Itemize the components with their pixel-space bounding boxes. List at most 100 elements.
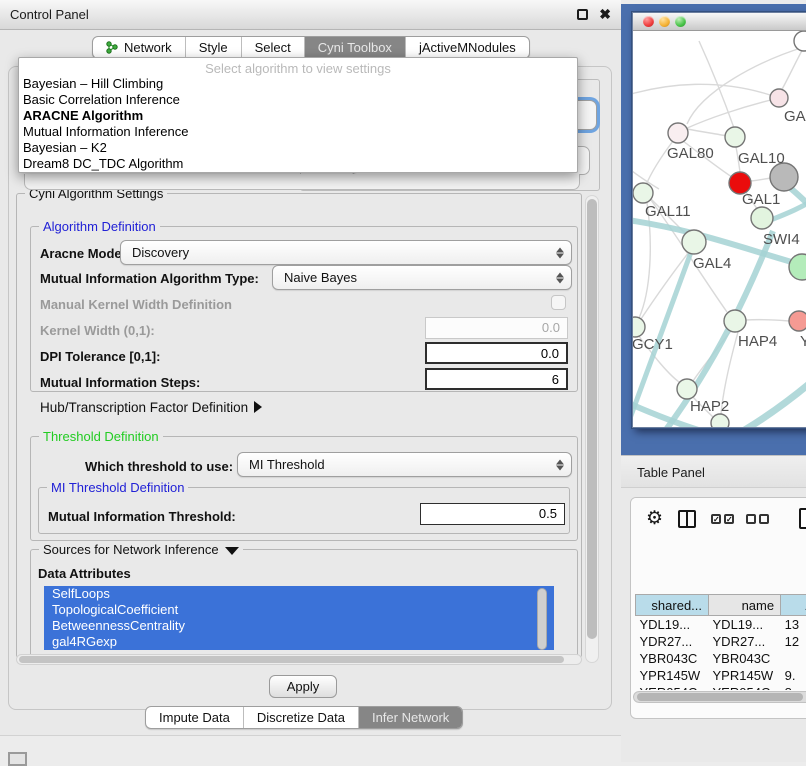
gear-icon[interactable]: ⚙: [646, 507, 663, 530]
which-threshold-select[interactable]: MI Threshold: [237, 452, 572, 477]
network-node[interactable]: [789, 254, 806, 280]
network-node[interactable]: [668, 123, 688, 143]
network-canvas[interactable]: GALGAL80GAL10GAL1GAL11SWI4GAL4GCY1HAP4YH…: [633, 31, 806, 428]
network-node[interactable]: [725, 127, 745, 147]
node-table[interactable]: shared...nameAYDL19...YDL19...13YDR27...…: [635, 594, 806, 690]
node-label: GAL: [784, 108, 806, 125]
table-horizontal-scrollbar[interactable]: [633, 691, 806, 703]
mi-threshold-field[interactable]: 0.5: [420, 503, 565, 525]
settings-vertical-scrollbar[interactable]: [585, 195, 599, 663]
mi-algorithm-type-select[interactable]: Naive Bayes: [272, 265, 572, 290]
control-panel: Control Panel ✖ Network Style Select Cyn…: [0, 0, 621, 736]
close-traffic-light-icon[interactable]: [643, 16, 654, 27]
node-label: GAL11: [645, 203, 691, 220]
unselect-all-columns-icon[interactable]: [746, 514, 769, 524]
algorithm-option[interactable]: Mutual Information Inference: [19, 124, 577, 140]
tab-jactivemnodules[interactable]: jActiveMNodules: [405, 37, 529, 58]
node-label: GCY1: [633, 336, 673, 353]
column-header[interactable]: A: [781, 595, 806, 616]
zoom-traffic-light-icon[interactable]: [675, 16, 686, 27]
algorithm-option[interactable]: Basic Correlation Inference: [19, 92, 577, 108]
mi-threshold-definition-title: MI Threshold Definition: [47, 480, 188, 495]
aracne-mode-select[interactable]: Discovery: [120, 240, 572, 265]
close-icon[interactable]: ✖: [599, 6, 611, 23]
tab-impute-data[interactable]: Impute Data: [146, 707, 243, 728]
network-node[interactable]: [633, 183, 653, 203]
attribute-list-item[interactable]: gal4RGexp: [44, 634, 554, 650]
settings-vertical-scrollbar-thumb[interactable]: [587, 199, 597, 639]
data-attributes-list[interactable]: SelfLoopsTopologicalCoefficientBetweenne…: [44, 586, 554, 653]
control-panel-tabs: Network Style Select Cyni Toolbox jActiv…: [92, 36, 530, 59]
attribute-list-item[interactable]: BetweennessCentrality: [44, 618, 554, 634]
table-horizontal-scrollbar-thumb[interactable]: [637, 693, 803, 701]
network-node[interactable]: [633, 317, 645, 337]
tab-discretize-data[interactable]: Discretize Data: [243, 707, 358, 728]
algorithm-dropdown-popup: Select algorithm to view settings Bayesi…: [18, 57, 578, 173]
network-table-combobox-fragment[interactable]: [24, 174, 580, 190]
network-desktop: GALGAL80GAL10GAL1GAL11SWI4GAL4GCY1HAP4YH…: [621, 4, 806, 455]
table-row[interactable]: YDR27...YDR27...12: [636, 633, 806, 650]
document-icon[interactable]: [799, 508, 806, 529]
tab-infer-network[interactable]: Infer Network: [358, 707, 462, 728]
table-row[interactable]: YER054CYER054C8.: [636, 684, 806, 691]
attribute-list-item[interactable]: SelfLoops: [44, 586, 554, 602]
data-attributes-label: Data Attributes: [38, 566, 131, 581]
settings-horizontal-scrollbar-thumb[interactable]: [19, 656, 564, 663]
columns-icon[interactable]: [678, 510, 696, 528]
network-node[interactable]: [682, 230, 706, 254]
node-label: GAL80: [667, 145, 714, 162]
algorithm-option[interactable]: Dream8 DC_TDC Algorithm: [19, 156, 577, 172]
network-window-titlebar[interactable]: [633, 13, 806, 31]
tab-network[interactable]: Network: [93, 37, 185, 58]
apply-button[interactable]: Apply: [269, 675, 337, 698]
node-label: HAP2: [690, 398, 729, 415]
column-header[interactable]: name: [709, 595, 781, 616]
table-row[interactable]: YDL19...YDL19...13: [636, 616, 806, 633]
float-window-icon[interactable]: [577, 9, 588, 20]
column-header[interactable]: shared...: [636, 595, 709, 616]
minimized-window-icon[interactable]: [8, 752, 27, 766]
tab-select[interactable]: Select: [241, 37, 304, 58]
network-node[interactable]: [770, 89, 788, 107]
network-edges-highlighted: [633, 187, 806, 428]
algorithm-option[interactable]: Bayesian – Hill Climbing: [19, 76, 577, 92]
algorithm-option[interactable]: Bayesian – K2: [19, 140, 577, 156]
cyni-bottom-tabs: Impute Data Discretize Data Infer Networ…: [145, 706, 463, 729]
network-node[interactable]: [789, 311, 806, 331]
sources-title[interactable]: Sources for Network Inference: [39, 542, 243, 557]
tab-style[interactable]: Style: [185, 37, 241, 58]
minimize-traffic-light-icon[interactable]: [659, 16, 670, 27]
algorithm-option[interactable]: ARACNE Algorithm: [19, 108, 577, 124]
network-node[interactable]: [711, 414, 729, 428]
mi-steps-field[interactable]: 6: [425, 368, 568, 390]
algorithm-dropdown-list: Bayesian – Hill ClimbingBasic Correlatio…: [19, 76, 577, 172]
attributes-scrollbar-thumb[interactable]: [537, 588, 547, 650]
network-node[interactable]: [794, 31, 806, 51]
attribute-list-item[interactable]: TopologicalCoefficient: [44, 602, 554, 618]
expanded-arrow-icon: [225, 547, 239, 555]
table-row[interactable]: YPR145WYPR145W9.: [636, 667, 806, 684]
kernel-width-field[interactable]: 0.0: [425, 317, 568, 339]
table-panel: ⚙ ✓✓ shared...nameAYDL19...YDL19...13YDR…: [621, 488, 806, 762]
hub-factor-definition-toggle[interactable]: Hub/Transcription Factor Definition: [40, 400, 262, 415]
table-panel-header: Table Panel: [621, 455, 806, 488]
node-label: SWI4: [763, 231, 800, 248]
dpi-tolerance-label: DPI Tolerance [0,1]:: [40, 349, 160, 364]
network-node[interactable]: [770, 163, 798, 191]
network-node[interactable]: [751, 207, 773, 229]
stepper-arrows-icon: [556, 246, 564, 259]
algorithm-definition-title: Algorithm Definition: [39, 219, 160, 234]
manual-kernel-width-checkbox[interactable]: [551, 295, 566, 310]
select-all-columns-icon[interactable]: ✓✓: [711, 514, 734, 524]
table-row[interactable]: YBR043CYBR043C: [636, 650, 806, 667]
which-threshold-label: Which threshold to use:: [85, 459, 233, 474]
network-view-window[interactable]: GALGAL80GAL10GAL1GAL11SWI4GAL4GCY1HAP4YH…: [632, 12, 806, 428]
node-table-viewport: shared...nameAYDL19...YDL19...13YDR27...…: [631, 546, 806, 690]
network-node[interactable]: [724, 310, 746, 332]
manual-kernel-width-label: Manual Kernel Width Definition: [40, 297, 232, 312]
dpi-tolerance-field[interactable]: 0.0: [425, 342, 568, 364]
tab-cyni-toolbox[interactable]: Cyni Toolbox: [304, 37, 405, 58]
network-node[interactable]: [677, 379, 697, 399]
mi-algorithm-type-label: Mutual Information Algorithm Type:: [40, 271, 259, 286]
settings-horizontal-scrollbar[interactable]: [16, 654, 582, 665]
